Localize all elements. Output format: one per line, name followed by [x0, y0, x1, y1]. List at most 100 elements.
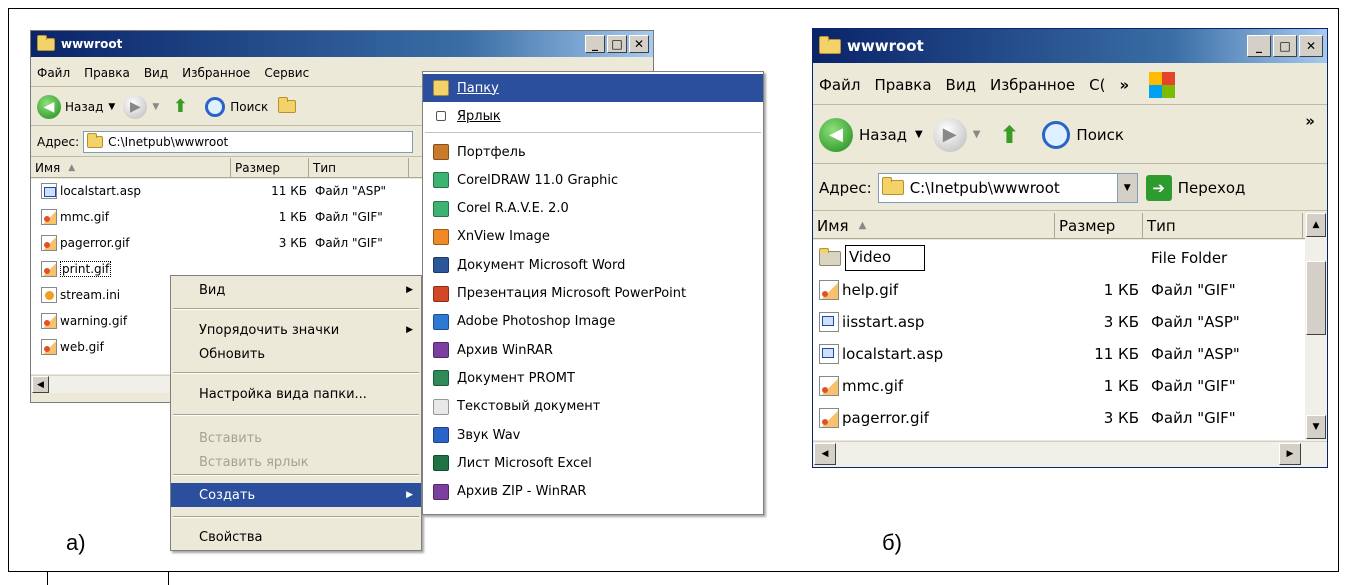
folder-icon: [87, 132, 104, 148]
file-type: File Folder: [1151, 249, 1228, 267]
new-item-label: Презентация Microsoft PowerPoint: [457, 286, 687, 301]
up-folder-icon[interactable]: ⬆: [994, 120, 1024, 150]
file-row[interactable]: localstart.asp 11 КБ Файл "ASP": [813, 340, 1305, 368]
file-row[interactable]: help.gif 1 КБ Файл "GIF": [813, 276, 1305, 304]
menu-favorites[interactable]: Избранное: [182, 66, 250, 80]
address-input[interactable]: C:\Inetpub\wwwroot ▼: [877, 172, 1138, 203]
file-row[interactable]: Video File Folder: [813, 244, 1305, 272]
column-name[interactable]: Имя ▲: [31, 158, 231, 177]
address-input[interactable]: C:\Inetpub\wwwroot: [83, 130, 414, 153]
rename-input[interactable]: Video: [845, 245, 925, 271]
scroll-left-button[interactable]: ◀: [32, 376, 49, 393]
new-item[interactable]: Ярлык: [423, 102, 763, 130]
new-item[interactable]: Документ PROMT: [423, 364, 763, 392]
menu-overflow-chevron[interactable]: »: [1119, 76, 1129, 94]
file-row[interactable]: pagerror.gif 3 КБ Файл "GIF": [813, 404, 1305, 432]
file-row[interactable]: iisstart.asp 3 КБ Файл "ASP": [813, 308, 1305, 336]
file-name-cell: pagerror.gif: [813, 408, 1053, 428]
scroll-thumb[interactable]: [1306, 261, 1326, 335]
menu-separator: [173, 516, 419, 518]
context-menu-item[interactable]: Вид ▶: [171, 278, 421, 302]
search-icon[interactable]: [205, 96, 226, 117]
forward-arrow-icon[interactable]: ▶: [123, 94, 148, 119]
context-menu-item[interactable]: Создать ▶: [171, 483, 421, 507]
new-item[interactable]: Папку: [423, 74, 763, 102]
menu-view[interactable]: Вид: [144, 66, 168, 80]
new-item-label: Текстовый документ: [457, 399, 601, 415]
address-value: C:\Inetpub\wwwroot: [909, 178, 1060, 197]
vertical-scrollbar[interactable]: ▲ ▼: [1305, 213, 1327, 441]
chevron-down-icon[interactable]: ▼: [973, 129, 981, 140]
new-item[interactable]: Архив ZIP - WinRAR: [423, 478, 763, 506]
context-menu-item[interactable]: Обновить: [171, 342, 421, 366]
column-name[interactable]: Имя ▲: [813, 213, 1055, 238]
new-item[interactable]: Звук Wav: [423, 421, 763, 449]
ini-file-icon: [41, 287, 57, 303]
chevron-down-icon[interactable]: ▼: [915, 129, 923, 140]
menu-file[interactable]: Файл: [819, 76, 860, 94]
scroll-down-button[interactable]: ▼: [1306, 415, 1326, 439]
column-type[interactable]: Тип: [1143, 213, 1303, 238]
gif-file-icon: [819, 376, 839, 396]
file-name-cell: Video: [813, 245, 1053, 271]
scroll-left-button[interactable]: ◀: [814, 443, 836, 465]
menu-edit[interactable]: Правка: [874, 76, 931, 94]
new-item[interactable]: Текстовый документ: [423, 393, 763, 421]
menu-view[interactable]: Вид: [946, 76, 976, 94]
menu-tools-truncated[interactable]: С(: [1089, 76, 1105, 94]
minimize-button[interactable]: _: [585, 35, 605, 53]
menu-edit[interactable]: Правка: [84, 66, 130, 80]
horizontal-scrollbar[interactable]: ◀ ▶: [813, 441, 1327, 467]
scroll-right-button[interactable]: ▶: [1279, 443, 1301, 465]
new-item-label: Лист Microsoft Excel: [457, 455, 592, 471]
go-arrow-icon[interactable]: ➔: [1145, 174, 1172, 201]
toolbar-overflow-chevron[interactable]: »: [1305, 112, 1315, 130]
file-size: 3 КБ: [1103, 313, 1139, 331]
context-menu-item[interactable]: Упорядочить значки ▶: [171, 318, 421, 342]
gif-file-icon: [41, 313, 57, 329]
minimize-button[interactable]: _: [1247, 35, 1271, 57]
menu-favorites[interactable]: Избранное: [990, 76, 1075, 94]
maximize-button[interactable]: □: [607, 35, 627, 53]
back-arrow-icon[interactable]: ◀: [37, 94, 61, 119]
chevron-down-icon[interactable]: ▼: [152, 102, 159, 112]
back-button-label[interactable]: Назад: [65, 100, 103, 114]
new-item[interactable]: CorelDRAW 11.0 Graphic: [423, 166, 763, 194]
forward-arrow-icon[interactable]: ▶: [932, 117, 967, 152]
window-title: wwwroot: [847, 37, 924, 55]
new-item[interactable]: Adobe Photoshop Image: [423, 308, 763, 336]
search-button-label[interactable]: Поиск: [1076, 126, 1124, 144]
new-item[interactable]: XnView Image: [423, 223, 763, 251]
file-row[interactable]: mmc.gif 1 КБ Файл "GIF": [813, 372, 1305, 400]
search-button-label[interactable]: Поиск: [230, 100, 268, 114]
folders-icon[interactable]: [278, 97, 297, 113]
new-item[interactable]: Corel R.A.V.E. 2.0: [423, 195, 763, 223]
up-folder-icon[interactable]: ⬆: [169, 96, 191, 118]
column-size[interactable]: Размер: [231, 158, 309, 177]
menu-tools[interactable]: Сервис: [264, 66, 309, 80]
new-item[interactable]: Документ Microsoft Word: [423, 251, 763, 279]
new-item[interactable]: Лист Microsoft Excel: [423, 449, 763, 477]
file-name: print.gif: [60, 261, 112, 277]
sort-up-icon: ▲: [68, 162, 76, 173]
go-button-label[interactable]: Переход: [1178, 179, 1246, 197]
context-menu-item[interactable]: Свойства: [171, 525, 421, 549]
close-button[interactable]: ✕: [1299, 35, 1323, 57]
chevron-down-icon[interactable]: ▼: [108, 102, 115, 112]
menu-file[interactable]: Файл: [37, 66, 70, 80]
search-icon[interactable]: [1042, 120, 1071, 149]
frame-tick: [168, 571, 169, 585]
file-name: stream.ini: [60, 288, 121, 302]
maximize-button[interactable]: □: [1273, 35, 1297, 57]
back-button-label[interactable]: Назад: [859, 126, 907, 144]
column-type[interactable]: Тип: [309, 158, 409, 177]
address-dropdown-button[interactable]: ▼: [1116, 173, 1137, 202]
close-button[interactable]: ✕: [629, 35, 649, 53]
new-item[interactable]: Презентация Microsoft PowerPoint: [423, 280, 763, 308]
back-arrow-icon[interactable]: ◀: [819, 117, 853, 152]
new-item[interactable]: Портфель: [423, 138, 763, 166]
new-item[interactable]: Архив WinRAR: [423, 336, 763, 364]
context-menu-item[interactable]: Настройка вида папки...: [171, 382, 421, 406]
column-size[interactable]: Размер: [1055, 213, 1143, 238]
scroll-up-button[interactable]: ▲: [1306, 213, 1326, 237]
